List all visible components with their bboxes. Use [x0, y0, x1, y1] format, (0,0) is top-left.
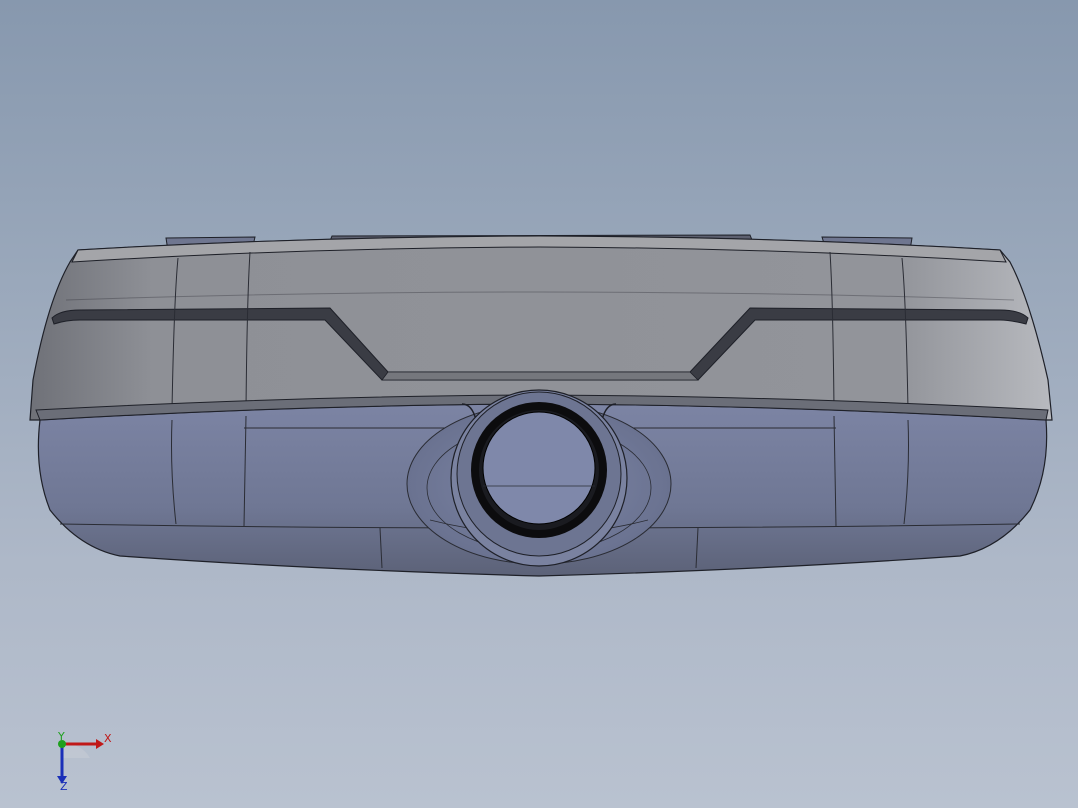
x-axis-label: X	[104, 732, 112, 745]
3d-model-part[interactable]	[0, 0, 1078, 808]
camera-lens-hole	[482, 411, 596, 525]
y-axis-label: Y	[57, 730, 65, 743]
graphics-viewport[interactable]: X Z Y	[0, 0, 1078, 808]
z-axis-label: Z	[60, 780, 68, 792]
orientation-triad: X Z Y	[57, 730, 112, 792]
